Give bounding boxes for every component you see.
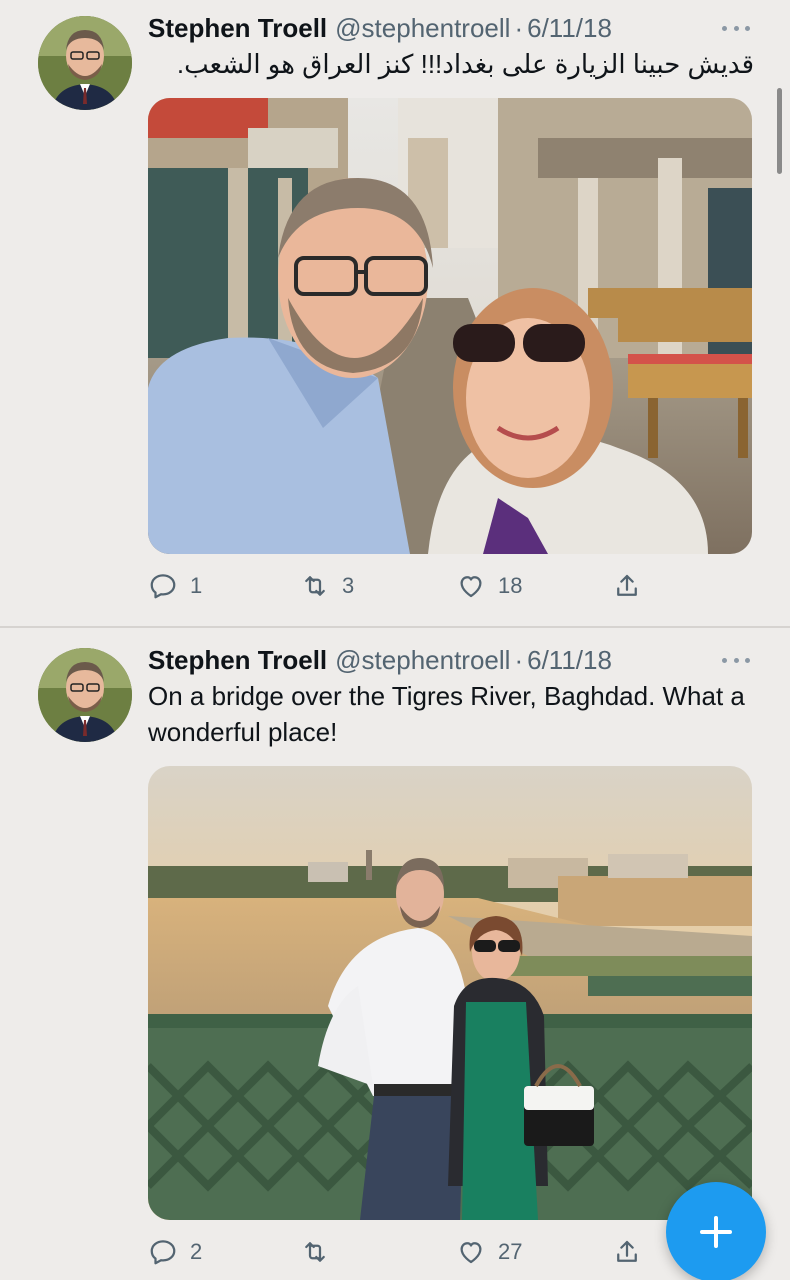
reply-count: 1 [190, 573, 203, 598]
retweet-count: 3 [342, 573, 355, 598]
tweet-header: Stephen Troell @stephentroell · 6/11/18 [148, 644, 612, 676]
tweet-photo[interactable] [148, 98, 752, 554]
avatar[interactable] [38, 648, 132, 742]
tweet-header: Stephen Troell @stephentroell · 6/11/18 [148, 12, 612, 44]
share-icon [617, 1240, 637, 1262]
tweet-text: قديش حبينا الزيارة على بغداد!!! كنز العر… [176, 49, 754, 79]
share-icon [617, 574, 637, 596]
heart-icon [460, 1242, 482, 1264]
avatar[interactable] [38, 16, 132, 110]
tweet[interactable]: Stephen Troell @stephentroell · 6/11/18 … [0, 628, 790, 1280]
like-button[interactable]: 27 [456, 1232, 522, 1272]
compose-tweet-button[interactable] [666, 1182, 766, 1280]
reply-button[interactable]: 2 [148, 1232, 202, 1272]
share-button[interactable] [612, 1232, 642, 1272]
heart-icon [460, 576, 482, 598]
reply-icon [150, 1240, 176, 1265]
reply-icon [150, 574, 176, 599]
author-name[interactable]: Stephen Troell [148, 645, 327, 676]
author-name[interactable]: Stephen Troell [148, 13, 327, 44]
author-handle[interactable]: @stephentroell [335, 13, 510, 44]
like-count: 27 [498, 1239, 523, 1264]
reply-button[interactable]: 1 [148, 566, 202, 606]
tweet-date[interactable]: 6/11/18 [527, 13, 612, 44]
more-horizontal-icon[interactable] [722, 650, 750, 670]
like-count: 18 [498, 573, 523, 598]
retweet-button[interactable] [300, 1232, 342, 1272]
timeline: Stephen Troell @stephentroell · 6/11/18 … [0, 0, 790, 1280]
author-handle[interactable]: @stephentroell [335, 645, 510, 676]
tweet-actions: 2 27 [148, 1232, 752, 1272]
scrollbar[interactable] [777, 88, 782, 174]
tweet-photo[interactable] [148, 766, 752, 1220]
tweet-date[interactable]: 6/11/18 [527, 645, 612, 676]
separator: · [514, 12, 524, 43]
tweet-actions: 1 3 18 [148, 566, 752, 606]
plus-icon [700, 1216, 732, 1248]
tweet-text: On a bridge over the Tigres River, Baghd… [148, 681, 745, 747]
retweet-icon [305, 576, 325, 596]
retweet-icon [305, 1242, 325, 1262]
like-button[interactable]: 18 [456, 566, 522, 606]
tweet[interactable]: Stephen Troell @stephentroell · 6/11/18 … [0, 0, 790, 626]
separator: · [514, 644, 524, 675]
more-horizontal-icon[interactable] [722, 18, 750, 38]
retweet-button[interactable]: 3 [300, 566, 354, 606]
reply-count: 2 [190, 1239, 203, 1264]
share-button[interactable] [612, 566, 642, 606]
